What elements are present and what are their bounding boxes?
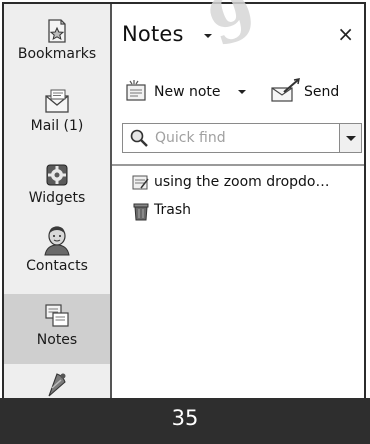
- sidebar-item-label: Mail (1): [30, 118, 84, 134]
- widgets-icon: [46, 164, 68, 186]
- panel-title[interactable]: Notes: [122, 22, 184, 46]
- contacts-icon: [44, 226, 70, 256]
- title-menu-caret-icon[interactable]: [204, 34, 212, 38]
- sidebar-item-notes[interactable]: Notes: [4, 294, 110, 364]
- list-item-label: using the zoom dropdo…: [154, 174, 330, 190]
- screenshot-frame: Bookmarks Mail (1) Widgets Contacts Note…: [0, 0, 370, 444]
- sidebar-item-widgets[interactable]: Widgets: [4, 162, 110, 220]
- sidebar-item-contacts[interactable]: Contacts: [4, 224, 110, 290]
- app-window: Bookmarks Mail (1) Widgets Contacts Note…: [2, 2, 366, 398]
- sidebar-item-label: Contacts: [26, 258, 88, 274]
- sidebar-item-label: Notes: [36, 332, 78, 348]
- new-note-button[interactable]: New note: [124, 76, 256, 106]
- quick-find-input[interactable]: Quick find: [122, 123, 362, 153]
- feed-icon: [48, 373, 66, 397]
- list-item[interactable]: using the zoom dropdo…: [132, 172, 364, 194]
- page-number-footer: 35: [0, 398, 370, 444]
- quick-find-placeholder: Quick find: [155, 130, 226, 146]
- sidebar-item-bookmarks[interactable]: Bookmarks: [4, 18, 110, 76]
- send-label: Send: [304, 84, 340, 100]
- quick-find-dropdown-button[interactable]: [339, 124, 361, 152]
- page-number: 35: [171, 406, 199, 430]
- panel-divider: [112, 164, 364, 166]
- sidebar-item-feeds[interactable]: [4, 368, 110, 398]
- notes-panel: Notes × New note Send Quick find using t…: [112, 4, 364, 398]
- search-icon: [130, 129, 148, 147]
- send-button[interactable]: Send: [270, 76, 364, 106]
- sidebar-item-label: Widgets: [28, 190, 86, 206]
- bookmarks-icon: [48, 19, 66, 43]
- panel-sidebar: Bookmarks Mail (1) Widgets Contacts Note…: [4, 4, 112, 398]
- close-panel-button[interactable]: ×: [337, 24, 354, 44]
- new-note-menu-caret-icon[interactable]: [238, 90, 246, 94]
- new-note-label: New note: [154, 84, 221, 100]
- new-note-icon: [126, 80, 146, 101]
- list-item[interactable]: Trash: [132, 200, 252, 222]
- send-icon: [271, 78, 300, 102]
- trash-icon: [133, 203, 149, 221]
- mail-icon: [45, 89, 69, 113]
- notes-icon: [45, 304, 69, 327]
- sidebar-item-label: Bookmarks: [17, 46, 97, 62]
- list-item-label: Trash: [154, 202, 191, 218]
- sidebar-item-mail[interactable]: Mail (1): [4, 88, 110, 152]
- note-icon: [132, 175, 149, 190]
